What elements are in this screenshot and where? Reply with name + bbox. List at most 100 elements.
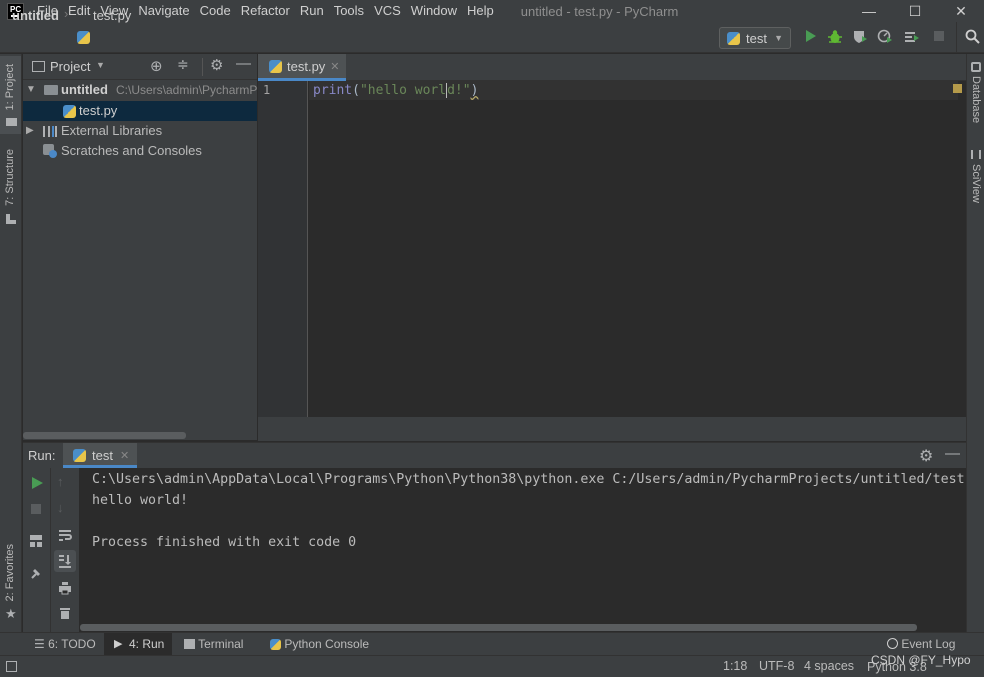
project-view-select[interactable]: Project [50, 59, 90, 74]
python-file-icon [269, 59, 282, 73]
run-console-output[interactable]: C:\Users\admin\AppData\Local\Programs\Py… [80, 468, 966, 632]
toolbar-divider [956, 22, 957, 53]
menu-refactor[interactable]: Refactor [236, 0, 295, 22]
status-bar: 1:18 UTF-8 4 spaces Python 3.8 CSDN @FY_… [0, 653, 984, 677]
print-icon[interactable] [58, 581, 72, 595]
menu-navigate[interactable]: Navigate [133, 0, 194, 22]
left-tool-strip: 1: Project 7: Structure 2: Favorites ★ [0, 54, 22, 654]
close-tab-icon[interactable]: ✕ [120, 449, 129, 462]
horizontal-scrollbar[interactable] [23, 432, 186, 439]
terminal-tool-button[interactable]: Terminal [184, 637, 243, 651]
scroll-to-end-button[interactable] [54, 550, 76, 572]
bug-icon [828, 30, 842, 43]
run-tool-button[interactable]: ▶ 4: Run [104, 633, 172, 656]
sciview-tool-tab[interactable]: SciView [970, 164, 982, 203]
search-everywhere-button[interactable] [963, 29, 981, 47]
run-panel-header: Run: test ✕ ⚙ — [23, 442, 966, 468]
menu-vcs[interactable]: VCS [369, 0, 406, 22]
tree-root-label: untitled [61, 82, 108, 97]
tree-item-external-libraries[interactable]: ▶ External Libraries [23, 121, 257, 141]
project-tree: ▼ untitled C:\Users\admin\PycharmProject… [23, 80, 257, 440]
run-configuration-label: test [746, 30, 767, 46]
tree-item-label: test.py [79, 103, 118, 118]
editor-tab-test-py[interactable]: test.py ✕ [258, 54, 346, 81]
inspection-warning-icon[interactable] [953, 84, 962, 93]
chevron-down-icon[interactable]: ▼ [26, 80, 36, 100]
minimize-button[interactable]: — [846, 0, 892, 22]
profiler-icon [877, 29, 892, 43]
indent-setting[interactable]: 4 spaces [804, 659, 854, 673]
window-controls: — ☐ ✕ [846, 0, 984, 22]
file-encoding[interactable]: UTF-8 [759, 659, 794, 673]
maximize-button[interactable]: ☐ [892, 0, 938, 22]
favorites-tool-tab[interactable]: 2: Favorites [4, 544, 16, 601]
run-tab-test[interactable]: test ✕ [63, 443, 137, 468]
locate-icon[interactable]: ⊕ [150, 57, 163, 75]
python-console-label: Python Console [284, 637, 370, 651]
menu-code[interactable]: Code [195, 0, 236, 22]
code-builtin: print [313, 83, 353, 98]
project-tool-tab[interactable]: 1: Project [4, 64, 16, 110]
code-line-1[interactable]: print("hello world!") [313, 82, 478, 99]
toggle-tool-windows-icon[interactable] [6, 661, 17, 672]
arrow-up-icon[interactable]: ↑ [57, 474, 64, 489]
trash-icon[interactable] [58, 606, 72, 620]
event-log-tool-button[interactable]: Event Log [887, 637, 955, 651]
python-file-icon [77, 31, 90, 44]
close-tab-icon[interactable]: ✕ [330, 60, 339, 73]
right-tool-strip: Database SciView [966, 54, 984, 654]
code-editor[interactable] [309, 81, 966, 417]
profile-button[interactable] [876, 29, 894, 47]
concurrency-button[interactable] [903, 29, 921, 47]
layout-icon[interactable] [29, 534, 43, 548]
menu-run[interactable]: Run [295, 0, 329, 22]
caret-position[interactable]: 1:18 [723, 659, 747, 673]
python-icon [270, 639, 281, 650]
title-bar: PC File Edit View Navigate Code Refactor… [0, 0, 984, 22]
chevron-down-icon: ▼ [774, 33, 783, 43]
rerun-icon[interactable] [30, 476, 44, 490]
coverage-button[interactable] [851, 29, 869, 47]
python-console-tool-button[interactable]: Python Console [270, 637, 369, 651]
gear-icon[interactable]: ⚙ [210, 56, 223, 74]
console-line: C:\Users\admin\AppData\Local\Programs\Py… [92, 472, 965, 487]
editor-tab-label: test.py [287, 58, 326, 74]
stop-button[interactable] [930, 29, 948, 47]
menu-tools[interactable]: Tools [329, 0, 369, 22]
search-icon [965, 29, 980, 44]
code-paren-close: ) [470, 83, 479, 98]
chevron-down-icon[interactable]: ▼ [96, 60, 105, 70]
database-tool-tab[interactable]: Database [970, 76, 982, 123]
todo-tool-button[interactable]: ☰ 6: TODO [34, 637, 96, 651]
tree-item-test-py[interactable]: test.py [23, 101, 257, 121]
minimize-panel-icon[interactable]: — [236, 55, 251, 72]
tree-item-scratches[interactable]: Scratches and Consoles [23, 141, 257, 161]
stop-icon[interactable] [30, 503, 42, 515]
console-line: hello world! [92, 493, 189, 508]
project-panel-header: Project ▼ ⊕ ≑ ⚙ — [23, 54, 257, 80]
structure-tool-tab[interactable]: 7: Structure [4, 149, 16, 206]
run-configuration-select[interactable]: test ▼ [719, 27, 791, 49]
python-file-icon [63, 105, 76, 118]
todo-label: 6: TODO [48, 637, 96, 651]
menu-window[interactable]: Window [406, 0, 462, 22]
run-button[interactable] [801, 29, 819, 47]
breadcrumb-project[interactable]: untitled [12, 8, 59, 23]
arrow-down-icon[interactable]: ↓ [57, 500, 64, 515]
soft-wrap-icon[interactable] [58, 528, 72, 542]
close-button[interactable]: ✕ [938, 0, 984, 22]
debug-button[interactable] [826, 29, 844, 47]
minimize-panel-icon[interactable]: — [945, 445, 960, 462]
gear-icon[interactable]: ⚙ [919, 446, 933, 466]
console-line: Process finished with exit code 0 [92, 535, 357, 550]
tree-root-untitled[interactable]: ▼ untitled C:\Users\admin\PycharmProject… [23, 80, 257, 100]
code-string: "hello wor [359, 83, 439, 98]
pin-icon[interactable] [29, 566, 43, 580]
collapse-all-icon[interactable]: ≑ [177, 56, 189, 73]
horizontal-scrollbar[interactable] [80, 624, 917, 631]
chevron-right-icon[interactable]: ▶ [26, 121, 34, 141]
breadcrumb-file[interactable]: test.py [93, 8, 131, 23]
menu-help[interactable]: Help [462, 0, 499, 22]
database-icon [971, 62, 981, 72]
event-log-label: Event Log [901, 637, 956, 651]
